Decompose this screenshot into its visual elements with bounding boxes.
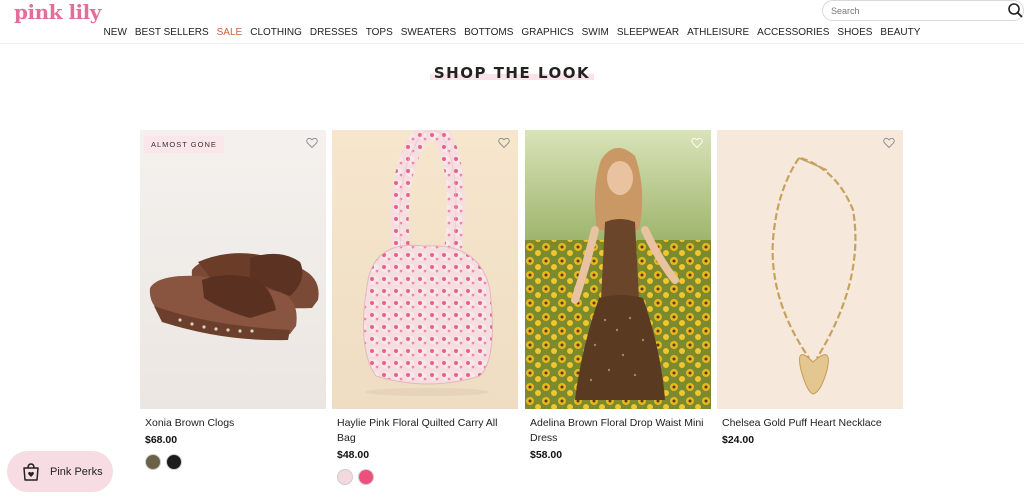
product-image[interactable]: ALMOST GONE	[140, 130, 326, 409]
product-card[interactable]: Chelsea Gold Puff Heart Necklace $24.00	[717, 130, 903, 446]
product-price: $48.00	[337, 449, 370, 461]
product-image[interactable]	[525, 130, 711, 409]
product-image[interactable]	[332, 130, 518, 409]
section-heading: SHOP THE LOOK	[0, 64, 1024, 83]
product-name[interactable]: Adelina Brown Floral Drop Waist Mini Dre…	[525, 416, 711, 446]
heart-icon[interactable]	[306, 137, 318, 149]
nav-item-tops[interactable]: TOPS	[362, 26, 397, 40]
product-price: $68.00	[145, 434, 178, 446]
bag-image	[332, 130, 518, 409]
search-icon[interactable]	[1007, 2, 1023, 18]
nav-item-clothing[interactable]: CLOTHING	[246, 26, 306, 40]
site-header: pink lily NEW BEST SELLERS SALE CLOTHING…	[0, 0, 1024, 44]
dress-image	[525, 130, 711, 409]
color-swatch-olive[interactable]	[145, 454, 161, 470]
nav-item-bottoms[interactable]: BOTTOMS	[460, 26, 517, 40]
nav-item-beauty[interactable]: BEAUTY	[876, 26, 924, 40]
site-logo[interactable]: pink lily	[14, 0, 101, 24]
section-title: SHOP THE LOOK	[429, 64, 595, 82]
main-nav: NEW BEST SELLERS SALE CLOTHING DRESSES T…	[0, 26, 1024, 40]
product-card[interactable]: Adelina Brown Floral Drop Waist Mini Dre…	[525, 130, 711, 461]
product-card[interactable]: ALMOST GONE Xonia Brown Clogs $68.00	[140, 130, 326, 470]
nav-item-dresses[interactable]: DRESSES	[306, 26, 362, 40]
product-name[interactable]: Chelsea Gold Puff Heart Necklace	[717, 416, 903, 431]
nav-item-new[interactable]: NEW	[100, 26, 131, 40]
nav-item-shoes[interactable]: SHOES	[833, 26, 876, 40]
heart-icon[interactable]	[691, 137, 703, 149]
color-swatch-light-pink[interactable]	[337, 469, 353, 485]
product-name[interactable]: Xonia Brown Clogs	[140, 416, 326, 431]
nav-item-sleepwear[interactable]: SLEEPWEAR	[613, 26, 683, 40]
nav-item-best-sellers[interactable]: BEST SELLERS	[131, 26, 213, 40]
shopping-bag-heart-icon	[23, 462, 39, 481]
status-badge: ALMOST GONE	[144, 136, 224, 153]
product-image[interactable]	[717, 130, 903, 409]
nav-item-swim[interactable]: SWIM	[578, 26, 613, 40]
necklace-image	[717, 130, 903, 409]
pink-perks-button[interactable]: Pink Perks	[7, 451, 113, 492]
pink-perks-label: Pink Perks	[50, 465, 103, 478]
product-price: $24.00	[722, 434, 755, 446]
nav-item-accessories[interactable]: ACCESSORIES	[753, 26, 833, 40]
nav-item-graphics[interactable]: GRAPHICS	[517, 26, 577, 40]
color-swatches	[332, 469, 518, 485]
nav-item-sweaters[interactable]: SWEATERS	[397, 26, 460, 40]
product-price: $58.00	[530, 449, 563, 461]
clogs-image	[140, 130, 326, 409]
color-swatch-black[interactable]	[166, 454, 182, 470]
color-swatches	[140, 454, 326, 470]
search-box[interactable]	[822, 0, 1024, 21]
product-card[interactable]: Haylie Pink Floral Quilted Carry All Bag…	[332, 130, 518, 485]
search-input[interactable]	[831, 4, 991, 18]
heart-icon[interactable]	[498, 137, 510, 149]
product-name[interactable]: Haylie Pink Floral Quilted Carry All Bag	[332, 416, 518, 446]
color-swatch-pink[interactable]	[358, 469, 374, 485]
nav-item-athleisure[interactable]: ATHLEISURE	[683, 26, 753, 40]
heart-icon[interactable]	[883, 137, 895, 149]
nav-item-sale[interactable]: SALE	[213, 26, 247, 40]
